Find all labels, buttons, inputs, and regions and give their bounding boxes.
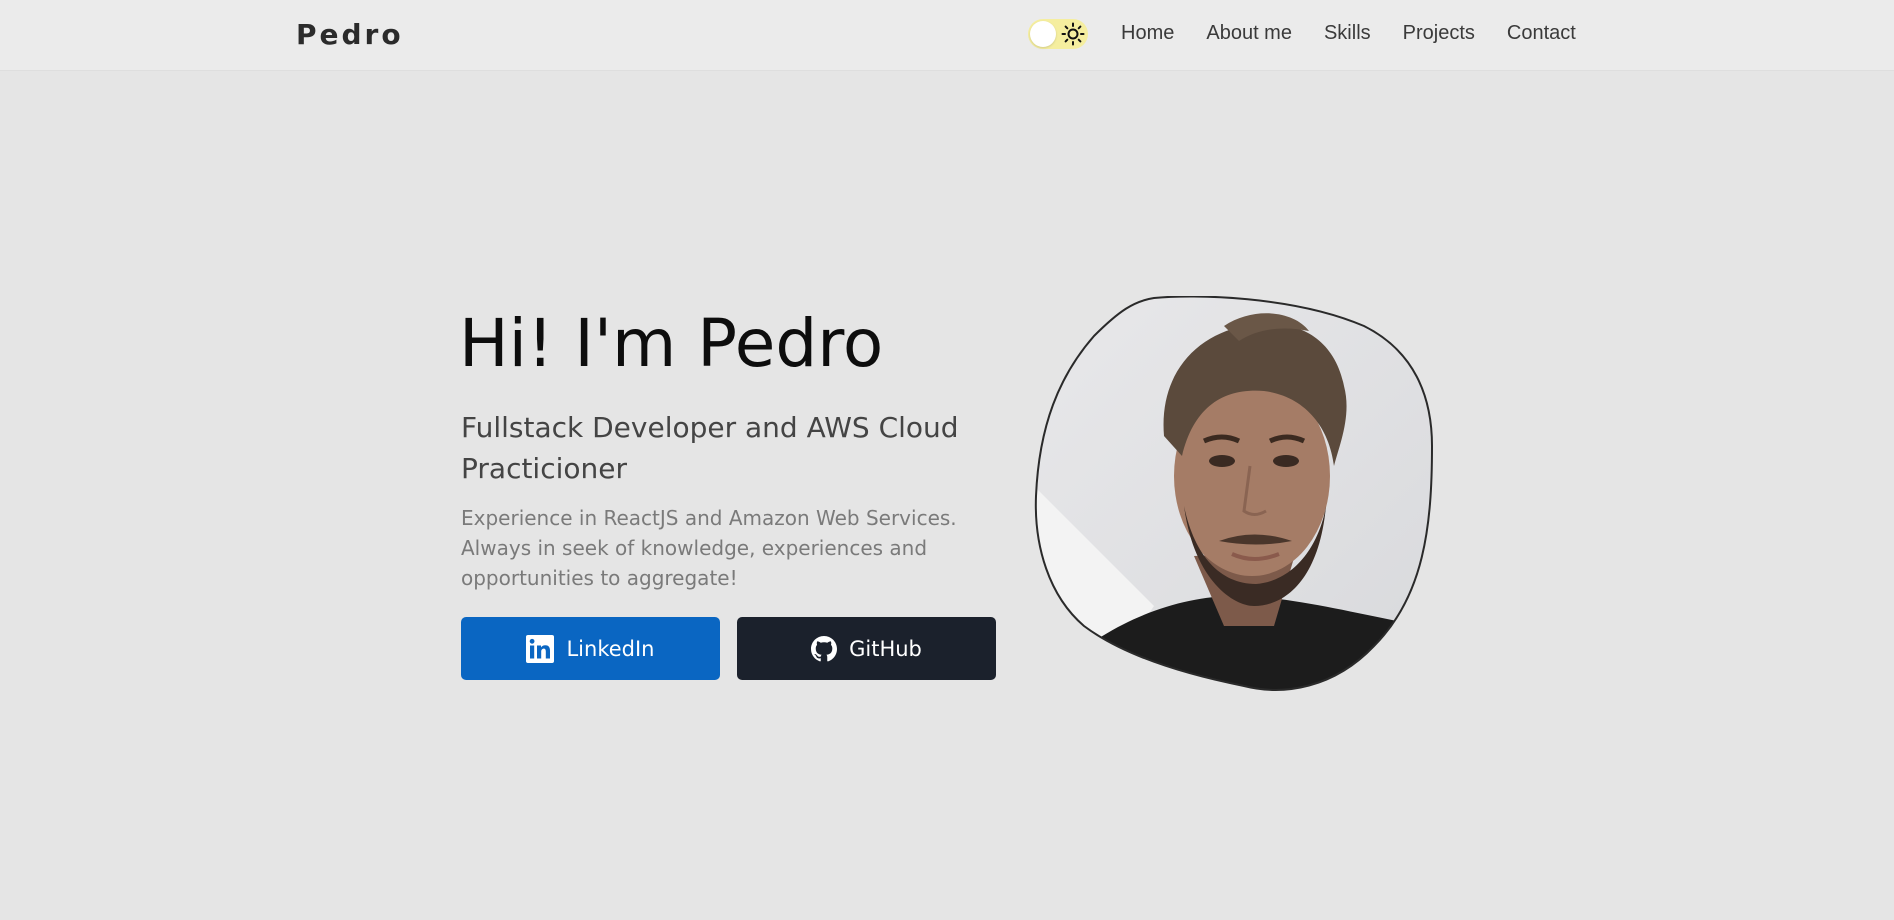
profile-photo: [1034, 296, 1434, 691]
nav-link-projects[interactable]: Projects: [1403, 22, 1475, 45]
hero-subtitle: Fullstack Developer and AWS Cloud Practi…: [461, 411, 959, 485]
github-icon: [811, 635, 838, 661]
sun-icon: [1061, 22, 1085, 46]
navbar: Pedro Home About me Skills Projects Cont…: [0, 0, 1894, 71]
linkedin-button-label: LinkedIn: [566, 636, 655, 661]
hero-title: Hi! I'm Pedro: [459, 305, 884, 382]
toggle-knob: [1030, 21, 1056, 47]
theme-toggle[interactable]: [1028, 19, 1088, 49]
nav-link-contact[interactable]: Contact: [1507, 22, 1576, 45]
brand-logo[interactable]: Pedro: [296, 18, 404, 51]
nav-link-skills[interactable]: Skills: [1324, 22, 1371, 45]
nav-link-about[interactable]: About me: [1206, 22, 1292, 45]
linkedin-button[interactable]: LinkedIn: [461, 617, 720, 680]
github-button-label: GitHub: [849, 636, 922, 661]
nav-link-home[interactable]: Home: [1121, 22, 1174, 45]
hero-description: Experience in ReactJS and Amazon Web Ser…: [461, 506, 957, 590]
linkedin-icon: [526, 634, 555, 663]
github-button[interactable]: GitHub: [737, 617, 996, 680]
nav-links: Home About me Skills Projects Contact: [1121, 22, 1576, 45]
